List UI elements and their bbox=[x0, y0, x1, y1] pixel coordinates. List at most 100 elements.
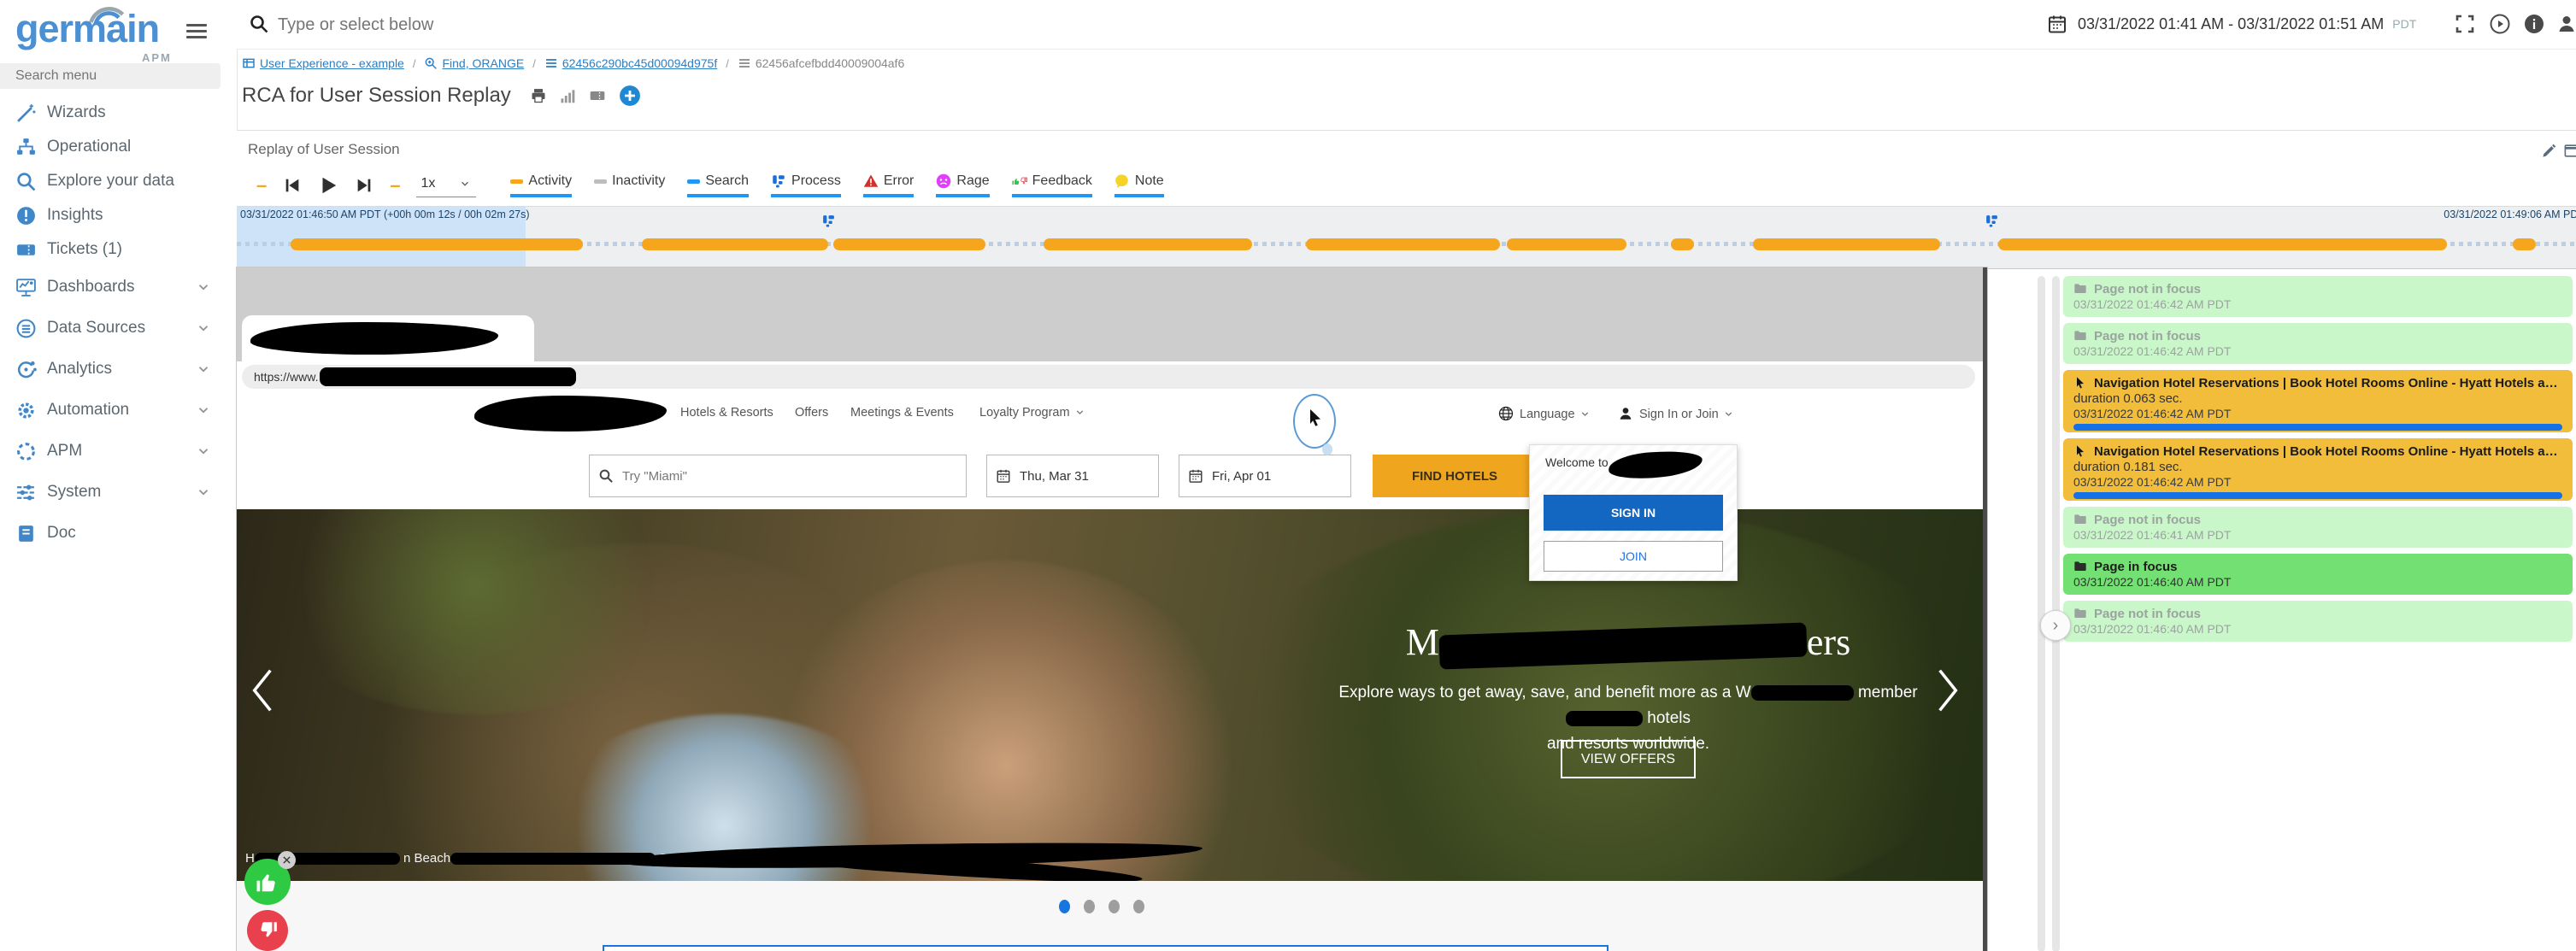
panel-expander-button[interactable]: › bbox=[2040, 610, 2071, 641]
sidebar-item-data-sources[interactable]: Data Sources bbox=[0, 308, 237, 349]
session-timeline[interactable]: 03/31/2022 01:46:50 AM PDT (+00h 00m 12s… bbox=[237, 206, 2576, 269]
apm-icon bbox=[15, 441, 37, 462]
print-icon[interactable] bbox=[530, 87, 547, 104]
activity-segment[interactable] bbox=[1998, 238, 2448, 250]
destination-input[interactable]: Try "Miami" bbox=[589, 455, 967, 497]
sidebar-item-apm[interactable]: APM bbox=[0, 431, 237, 472]
event-card-unfocus[interactable]: Page not in focus 03/31/2022 01:46:41 AM… bbox=[2063, 507, 2573, 548]
calendar-icon bbox=[996, 468, 1011, 484]
event-card-action[interactable]: Navigation Hotel Reservations | Book Hot… bbox=[2063, 370, 2573, 432]
legend-rage[interactable]: Rage bbox=[936, 173, 989, 197]
carousel-dot-2[interactable] bbox=[1084, 900, 1095, 913]
event-card-action[interactable]: Navigation Hotel Reservations | Book Hot… bbox=[2063, 438, 2573, 501]
join-button[interactable]: JOIN bbox=[1544, 541, 1723, 572]
activity-segment[interactable] bbox=[642, 238, 829, 250]
nav-loyalty-program[interactable]: Loyalty Program bbox=[979, 406, 1085, 420]
sidebar-item-analytics[interactable]: Analytics bbox=[0, 349, 237, 390]
speed-select[interactable]: 1x bbox=[416, 174, 477, 197]
nav-sign-in-or-join[interactable]: Sign In or Join bbox=[1618, 406, 1734, 421]
event-card-unfocus[interactable]: Page not in focus 03/31/2022 01:46:42 AM… bbox=[2063, 276, 2573, 317]
event-card-unfocus[interactable]: Page not in focus 03/31/2022 01:46:40 AM… bbox=[2063, 601, 2573, 642]
signal-bars-icon[interactable] bbox=[559, 87, 576, 104]
edit-pencil-icon[interactable] bbox=[2541, 143, 2557, 159]
add-button[interactable] bbox=[619, 85, 641, 107]
cursor-icon bbox=[2073, 444, 2087, 458]
skip-start-button[interactable] bbox=[283, 176, 302, 195]
carousel-dot-3[interactable] bbox=[1109, 900, 1120, 913]
nav-language[interactable]: Language bbox=[1498, 406, 1591, 421]
legend-process[interactable]: Process bbox=[771, 173, 841, 197]
carousel-dot-1[interactable] bbox=[1059, 900, 1070, 913]
play-button[interactable] bbox=[317, 174, 339, 197]
process-marker-icon[interactable] bbox=[1985, 214, 1999, 228]
chevron-down-icon bbox=[196, 443, 211, 459]
carousel-next-icon[interactable] bbox=[1936, 663, 1960, 718]
url-prefix: https://www. bbox=[254, 370, 318, 384]
sidebar-search-input[interactable] bbox=[0, 63, 221, 89]
view-offers-button[interactable]: VIEW OFFERS bbox=[1561, 740, 1696, 778]
legend-inactivity[interactable]: Inactivity bbox=[594, 173, 665, 197]
checkin-date-field[interactable]: Thu, Mar 31 bbox=[986, 455, 1159, 497]
event-card-unfocus[interactable]: Page not in focus 03/31/2022 01:46:42 AM… bbox=[2063, 323, 2573, 364]
chevron-down-icon bbox=[196, 361, 211, 377]
sidebar-item-automation[interactable]: Automation bbox=[0, 390, 237, 431]
nav-meetings-events[interactable]: Meetings & Events bbox=[850, 406, 954, 420]
marker-dash-right[interactable]: – bbox=[390, 174, 400, 197]
sidebar-item-insights[interactable]: Insights bbox=[0, 198, 237, 232]
find-hotels-button[interactable]: FIND HOTELS bbox=[1373, 455, 1537, 497]
activity-segment[interactable] bbox=[1507, 238, 1626, 250]
skip-end-button[interactable] bbox=[355, 176, 373, 195]
sidebar-item-wizards[interactable]: Wizards bbox=[0, 96, 237, 130]
sidebar-item-system[interactable]: System bbox=[0, 472, 237, 513]
nav-hotels-resorts[interactable]: Hotels & Resorts bbox=[680, 406, 773, 420]
breadcrumb-item[interactable]: 62456c290bc45d00094d975f bbox=[544, 56, 717, 70]
activity-segment[interactable] bbox=[1044, 238, 1252, 250]
marker-dash-left[interactable]: – bbox=[256, 174, 267, 197]
event-card-focus[interactable]: Page in focus 03/31/2022 01:46:40 AM PDT bbox=[2063, 554, 2573, 595]
browser-tab[interactable] bbox=[242, 315, 534, 361]
carousel-dots bbox=[1059, 900, 1158, 913]
legend-error[interactable]: Error bbox=[863, 173, 915, 197]
user-icon bbox=[1618, 406, 1633, 421]
sidebar-item-doc[interactable]: Doc bbox=[0, 513, 237, 554]
legend-note[interactable]: Note bbox=[1115, 173, 1164, 197]
sign-in-button[interactable]: SIGN IN bbox=[1544, 495, 1723, 531]
user-icon[interactable] bbox=[2556, 14, 2576, 34]
legend-search[interactable]: Search bbox=[687, 173, 749, 197]
breadcrumb-item[interactable]: Find, ORANGE bbox=[424, 56, 524, 70]
checkout-date-field[interactable]: Fri, Apr 01 bbox=[1179, 455, 1351, 497]
fullscreen-icon[interactable] bbox=[2455, 14, 2475, 34]
carousel-dot-4[interactable] bbox=[1133, 900, 1144, 913]
feedback-close-badge[interactable] bbox=[278, 851, 296, 869]
activity-segment[interactable] bbox=[1753, 238, 1940, 250]
play-circle-icon[interactable] bbox=[2490, 14, 2510, 34]
viewport-scrollbar[interactable] bbox=[1983, 267, 1987, 951]
activity-segment[interactable] bbox=[1306, 238, 1500, 250]
hamburger-menu-icon[interactable] bbox=[186, 21, 207, 38]
url-bar[interactable]: https://www. bbox=[242, 365, 1975, 389]
chevron-down-icon bbox=[196, 484, 211, 500]
sidebar-item-explore-your-data[interactable]: Explore your data bbox=[0, 164, 237, 198]
breadcrumb-separator: / bbox=[532, 57, 536, 70]
sidebar-item-operational[interactable]: Operational bbox=[0, 130, 237, 164]
activity-segment[interactable] bbox=[2513, 238, 2536, 250]
window-icon[interactable] bbox=[2563, 143, 2576, 159]
global-search-input[interactable] bbox=[276, 7, 1903, 43]
process-marker-icon[interactable] bbox=[821, 214, 836, 228]
legend-feedback[interactable]: Feedback bbox=[1012, 173, 1092, 197]
sidebar-item-dashboards[interactable]: Dashboards bbox=[0, 267, 237, 308]
viewport-footer bbox=[237, 881, 1987, 951]
ticket-icon[interactable] bbox=[588, 87, 607, 104]
date-range-picker[interactable]: 03/31/2022 01:41 AM - 03/31/2022 01:51 A… bbox=[2047, 5, 2416, 43]
sidebar-item-tickets-1[interactable]: Tickets (1) bbox=[0, 232, 237, 267]
feedback-negative-button[interactable] bbox=[247, 910, 288, 951]
activity-segment[interactable] bbox=[833, 238, 985, 250]
activity-segment[interactable] bbox=[291, 238, 583, 250]
legend-activity[interactable]: Activity bbox=[510, 173, 572, 197]
info-circle-icon[interactable] bbox=[2524, 14, 2544, 34]
nav-offers[interactable]: Offers bbox=[795, 406, 828, 420]
activity-segment[interactable] bbox=[1671, 238, 1694, 250]
carousel-prev-icon[interactable] bbox=[250, 663, 274, 718]
event-timestamp: 03/31/2022 01:46:42 AM PDT bbox=[2073, 344, 2562, 358]
breadcrumb-item[interactable]: User Experience - example bbox=[242, 56, 404, 70]
